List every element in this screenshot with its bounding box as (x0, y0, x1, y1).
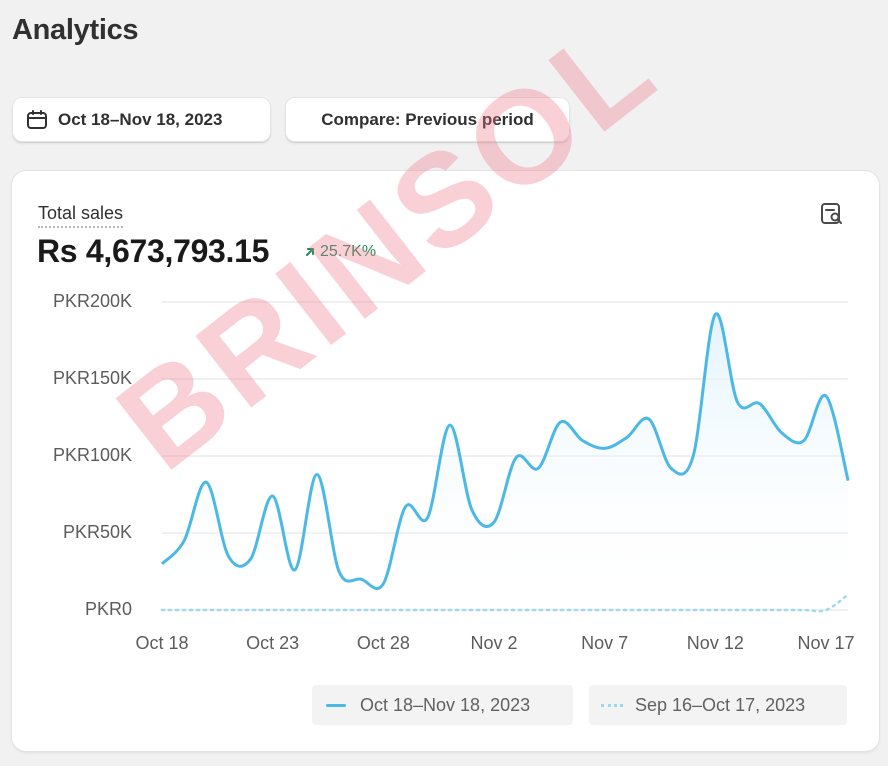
data-point[interactable] (314, 471, 320, 477)
data-point[interactable] (358, 576, 364, 582)
data-point[interactable] (181, 538, 187, 544)
data-point[interactable] (734, 399, 740, 405)
x-tick-label: Nov 2 (470, 633, 518, 653)
data-point[interactable] (823, 393, 829, 399)
data-point[interactable] (712, 311, 718, 317)
legend-previous-period[interactable]: Sep 16–Oct 17, 2023 (589, 685, 847, 725)
calendar-icon (27, 109, 47, 129)
series-area-current (162, 313, 849, 610)
data-point[interactable] (646, 416, 652, 422)
y-tick-label: PKR200K (52, 291, 132, 311)
legend-previous-label: Sep 16–Oct 17, 2023 (635, 694, 806, 715)
y-tick-label: PKR50K (62, 522, 132, 542)
data-point[interactable] (801, 438, 807, 444)
date-range-button[interactable]: Oct 18–Nov 18, 2023 (12, 97, 271, 142)
data-point[interactable] (668, 465, 674, 471)
legend-current-period[interactable]: Oct 18–Nov 18, 2023 (312, 685, 573, 725)
x-tick-label: Nov 12 (686, 633, 744, 653)
date-range-label: Oct 18–Nov 18, 2023 (58, 109, 223, 129)
data-point[interactable] (380, 581, 386, 587)
x-tick-label: Oct 18 (135, 633, 189, 653)
x-tick-label: Nov 7 (581, 633, 629, 653)
legend-dotted-line-swatch (601, 703, 623, 707)
y-tick-label: PKR0 (84, 599, 132, 619)
data-point[interactable] (336, 569, 342, 575)
y-tick-label: PKR150K (52, 368, 132, 388)
data-point[interactable] (580, 438, 586, 444)
data-point[interactable] (447, 422, 453, 428)
data-point[interactable] (624, 435, 630, 441)
x-tick-label: Oct 23 (246, 633, 300, 653)
sales-line-chart (159, 301, 851, 613)
data-point[interactable] (779, 430, 785, 436)
legend-solid-line-swatch (326, 703, 346, 707)
data-point[interactable] (203, 479, 209, 485)
data-point[interactable] (557, 419, 563, 425)
data-point[interactable] (225, 553, 231, 559)
data-point[interactable] (425, 515, 431, 521)
compare-label: Compare: Previous period (321, 109, 534, 129)
data-point[interactable] (491, 519, 497, 525)
data-point[interactable] (292, 567, 298, 573)
data-point[interactable] (602, 445, 608, 451)
data-point[interactable] (513, 455, 519, 461)
data-point[interactable] (535, 465, 541, 471)
data-point[interactable] (690, 453, 696, 459)
total-sales-card: Total sales Rs 4,673,793.15 25.7K% PKR0 P… (12, 171, 879, 751)
data-point[interactable] (402, 504, 408, 510)
page-title: Analytics (12, 14, 139, 46)
data-point[interactable] (248, 556, 254, 562)
x-tick-label: Oct 28 (356, 633, 410, 653)
y-tick-label: PKR100K (52, 445, 132, 465)
data-point[interactable] (757, 401, 763, 407)
data-point[interactable] (469, 507, 475, 513)
legend-current-label: Oct 18–Nov 18, 2023 (360, 694, 531, 715)
data-point[interactable] (159, 561, 165, 567)
compare-button[interactable]: Compare: Previous period (285, 97, 570, 142)
data-point[interactable] (270, 493, 276, 499)
data-point[interactable] (845, 478, 851, 484)
x-tick-label: Nov 17 (797, 633, 855, 653)
